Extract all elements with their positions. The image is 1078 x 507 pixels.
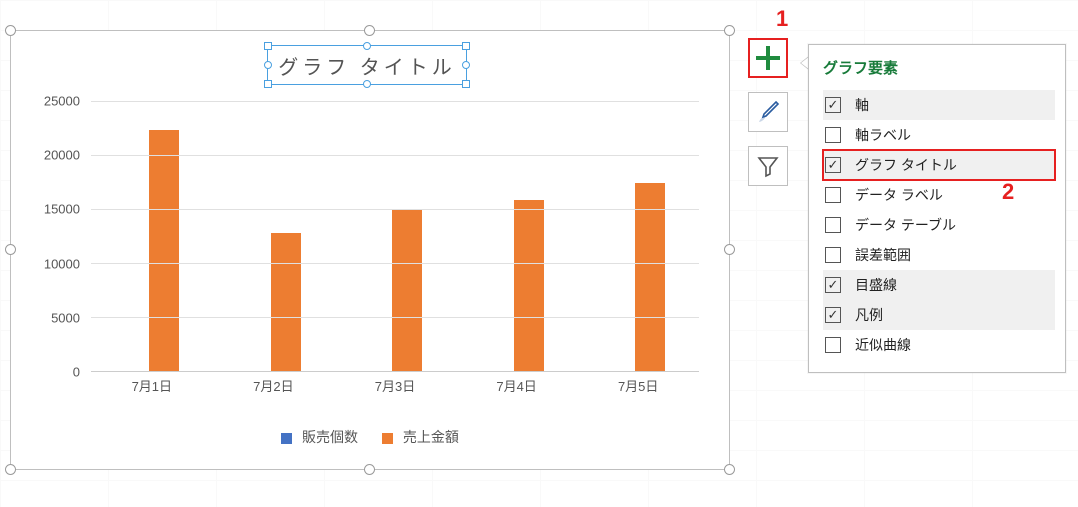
option-label: データ ラベル bbox=[855, 185, 943, 205]
funnel-icon bbox=[756, 154, 780, 178]
chart-element-option[interactable]: 凡例 bbox=[823, 300, 1055, 330]
checkbox[interactable] bbox=[825, 97, 841, 113]
option-label: データ テーブル bbox=[855, 215, 956, 235]
y-tick-label: 25000 bbox=[44, 94, 80, 109]
chart-styles-button[interactable] bbox=[748, 92, 788, 132]
callout-1: 1 bbox=[776, 6, 788, 32]
title-handle[interactable] bbox=[363, 42, 371, 50]
x-tick-label: 7月1日 bbox=[91, 372, 213, 397]
category bbox=[213, 101, 335, 371]
chart-side-buttons bbox=[748, 38, 788, 186]
option-label: 凡例 bbox=[855, 305, 883, 325]
chart-title-text: グラフ タイトル bbox=[278, 51, 456, 80]
y-tick-label: 5000 bbox=[51, 310, 80, 325]
checkbox[interactable] bbox=[825, 127, 841, 143]
chart-elements-popup: グラフ要素 軸軸ラベルグラフ タイトルデータ ラベルデータ テーブル誤差範囲目盛… bbox=[808, 44, 1066, 373]
bar[interactable] bbox=[271, 233, 301, 371]
category bbox=[456, 101, 578, 371]
title-handle[interactable] bbox=[462, 42, 470, 50]
checkbox[interactable] bbox=[825, 307, 841, 323]
chart-element-option[interactable]: データ ラベル bbox=[823, 180, 1055, 210]
chart-element-option[interactable]: 近似曲線 bbox=[823, 330, 1055, 360]
option-label: 近似曲線 bbox=[855, 335, 911, 355]
plot-area[interactable]: 0500010000150002000025000 7月1日7月2日7月3日7月… bbox=[31, 101, 709, 397]
title-handle[interactable] bbox=[462, 80, 470, 88]
legend-item: 販売個数 bbox=[281, 427, 358, 447]
bar[interactable] bbox=[392, 210, 422, 371]
option-label: グラフ タイトル bbox=[855, 155, 957, 175]
category bbox=[91, 101, 213, 371]
title-handle[interactable] bbox=[363, 80, 371, 88]
y-tick-label: 0 bbox=[73, 365, 80, 380]
resize-handle-tl[interactable] bbox=[5, 25, 16, 36]
x-tick-label: 7月5日 bbox=[577, 372, 699, 397]
checkbox[interactable] bbox=[825, 247, 841, 263]
bar[interactable] bbox=[149, 130, 179, 371]
chart-element-option[interactable]: データ テーブル bbox=[823, 210, 1055, 240]
resize-handle-bm[interactable] bbox=[364, 464, 375, 475]
resize-handle-tr[interactable] bbox=[724, 25, 735, 36]
category bbox=[334, 101, 456, 371]
gridline bbox=[91, 263, 699, 264]
chart-element-option[interactable]: グラフ タイトル bbox=[823, 150, 1055, 180]
legend-swatch-blue bbox=[281, 433, 292, 444]
chart-object[interactable]: グラフ タイトル 0500010000150002000025000 7月1日7… bbox=[10, 30, 730, 470]
resize-handle-bl[interactable] bbox=[5, 464, 16, 475]
legend-item: 売上金額 bbox=[382, 427, 459, 447]
popup-title: グラフ要素 bbox=[823, 57, 1055, 78]
plot-inner bbox=[91, 101, 699, 372]
gridline bbox=[91, 209, 699, 210]
y-tick-label: 15000 bbox=[44, 202, 80, 217]
gridline bbox=[91, 317, 699, 318]
y-tick-label: 20000 bbox=[44, 148, 80, 163]
option-label: 目盛線 bbox=[855, 275, 897, 295]
y-axis: 0500010000150002000025000 bbox=[31, 101, 86, 372]
resize-handle-br[interactable] bbox=[724, 464, 735, 475]
checkbox[interactable] bbox=[825, 187, 841, 203]
gridline bbox=[91, 101, 699, 102]
bar[interactable] bbox=[514, 200, 544, 371]
x-axis: 7月1日7月2日7月3日7月4日7月5日 bbox=[91, 372, 699, 397]
option-label: 誤差範囲 bbox=[855, 245, 911, 265]
legend[interactable]: 販売個数 売上金額 bbox=[11, 425, 729, 449]
legend-label: 売上金額 bbox=[403, 429, 459, 445]
chart-element-option[interactable]: 誤差範囲 bbox=[823, 240, 1055, 270]
chart-element-option[interactable]: 軸 bbox=[823, 90, 1055, 120]
title-handle[interactable] bbox=[462, 61, 470, 69]
callout-2: 2 bbox=[1002, 179, 1014, 205]
checkbox[interactable] bbox=[825, 337, 841, 353]
option-label: 軸 bbox=[855, 95, 869, 115]
y-tick-label: 10000 bbox=[44, 256, 80, 271]
checkbox[interactable] bbox=[825, 277, 841, 293]
title-handle[interactable] bbox=[264, 42, 272, 50]
checkbox[interactable] bbox=[825, 157, 841, 173]
title-handle[interactable] bbox=[264, 80, 272, 88]
legend-label: 販売個数 bbox=[302, 429, 358, 445]
chart-element-option[interactable]: 軸ラベル bbox=[823, 120, 1055, 150]
gridline bbox=[91, 155, 699, 156]
chart-filters-button[interactable] bbox=[748, 146, 788, 186]
x-tick-label: 7月4日 bbox=[456, 372, 578, 397]
chart-element-option[interactable]: 目盛線 bbox=[823, 270, 1055, 300]
category bbox=[577, 101, 699, 371]
chart-elements-button[interactable] bbox=[748, 38, 788, 78]
bar[interactable] bbox=[635, 183, 665, 371]
resize-handle-tm[interactable] bbox=[364, 25, 375, 36]
option-label: 軸ラベル bbox=[855, 125, 911, 145]
brush-icon bbox=[755, 99, 781, 125]
checkbox[interactable] bbox=[825, 217, 841, 233]
title-handle[interactable] bbox=[264, 61, 272, 69]
legend-swatch-orange bbox=[382, 433, 393, 444]
x-tick-label: 7月3日 bbox=[334, 372, 456, 397]
x-tick-label: 7月2日 bbox=[213, 372, 335, 397]
resize-handle-ml[interactable] bbox=[5, 244, 16, 255]
resize-handle-mr[interactable] bbox=[724, 244, 735, 255]
plus-icon bbox=[755, 45, 781, 71]
chart-title[interactable]: グラフ タイトル bbox=[267, 45, 467, 85]
